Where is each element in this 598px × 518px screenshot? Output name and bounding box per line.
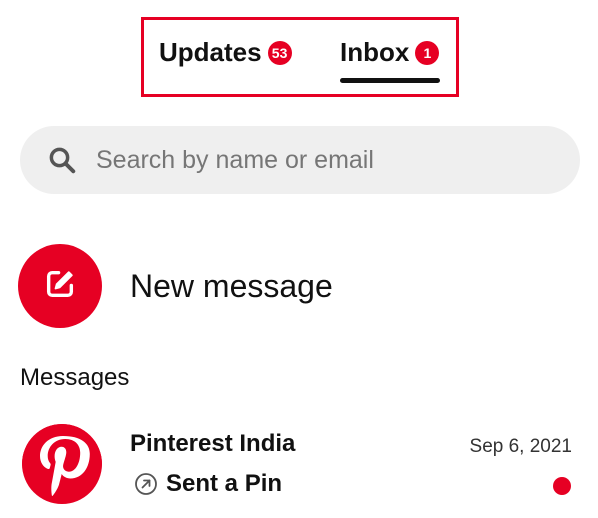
avatar[interactable] xyxy=(22,424,102,504)
compose-icon xyxy=(43,267,77,306)
search-bar[interactable] xyxy=(20,126,580,194)
conversation-name: Pinterest India xyxy=(130,430,296,457)
new-message-button[interactable]: New message xyxy=(18,244,333,328)
conversation-preview-text: Sent a Pin xyxy=(166,470,283,497)
conversation-preview: Sent a Pin xyxy=(134,470,282,498)
conversation-date: Sep 6, 2021 xyxy=(469,436,572,457)
new-message-icon-circle[interactable] xyxy=(18,244,102,328)
tab-inbox-label: Inbox xyxy=(340,37,410,67)
pinterest-logo-icon xyxy=(22,424,102,504)
unread-indicator xyxy=(553,477,571,495)
search-icon xyxy=(42,140,82,180)
new-message-label: New message xyxy=(130,267,333,304)
share-arrow-icon xyxy=(134,472,158,496)
inbox-count-badge: 1 xyxy=(415,40,440,65)
tab-inbox[interactable]: Inbox 1 xyxy=(340,37,440,68)
tab-inbox-underline xyxy=(340,78,440,83)
conversation-item[interactable]: Pinterest India Sent a Pin Sep 6, 2021 xyxy=(0,420,598,518)
search-input[interactable] xyxy=(94,139,548,181)
tab-updates-label: Updates xyxy=(159,37,262,67)
updates-count-badge: 53 xyxy=(267,40,292,65)
tab-updates[interactable]: Updates 53 xyxy=(159,37,292,68)
messages-section-heading: Messages xyxy=(20,364,130,391)
